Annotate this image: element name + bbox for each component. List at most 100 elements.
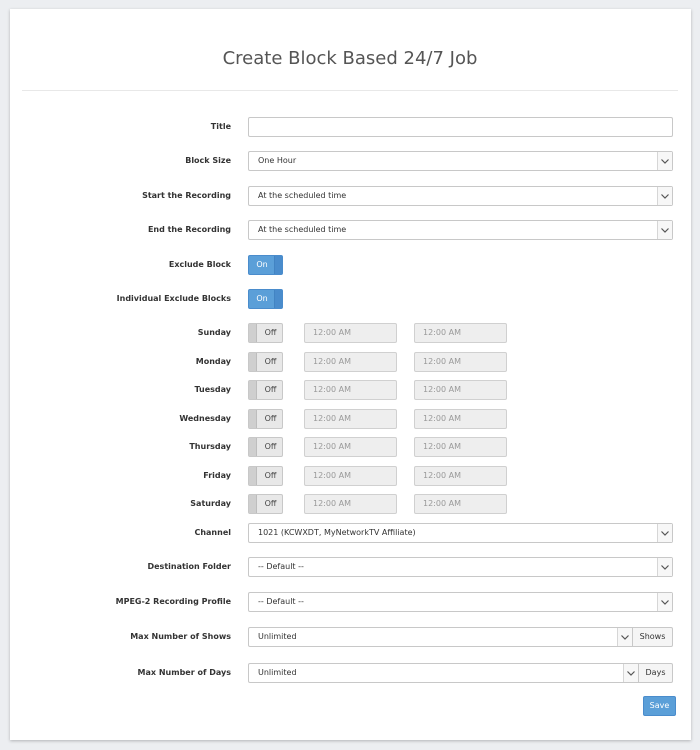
channel-select[interactable]: 1021 (KCWXDT, MyNetworkTV Affiliate) [248,523,673,543]
chevron-down-icon[interactable] [657,187,672,205]
end-recording-row: End the Recording At the scheduled time [0,220,700,240]
destination-folder-label: Destination Folder [147,562,231,571]
toggle-state: Off [264,471,277,480]
exclude-block-toggle[interactable]: On [248,255,283,275]
toggle-state: On [256,294,268,303]
day-row-thursday: Thursday Off 12:00 AM 12:00 AM [0,437,700,457]
day-toggle[interactable]: Off [248,466,283,486]
toggle-knob [249,324,257,342]
start-recording-label: Start the Recording [142,191,231,200]
page-title: Create Block Based 24/7 Job [222,48,478,69]
end-time-field[interactable]: 12:00 AM [414,437,507,457]
max-days-row: Max Number of Days Unlimited Days [0,663,700,683]
toggle-knob [274,290,282,308]
channel-value: 1021 (KCWXDT, MyNetworkTV Affiliate) [258,528,416,537]
start-time-field[interactable]: 12:00 AM [304,409,397,429]
max-days-select[interactable]: Unlimited [248,663,639,683]
start-time-field[interactable]: 12:00 AM [304,437,397,457]
toggle-knob [249,381,257,399]
recording-profile-select[interactable]: -- Default -- [248,592,673,612]
start-recording-row: Start the Recording At the scheduled tim… [0,186,700,206]
start-time-field[interactable]: 12:00 AM [304,323,397,343]
save-button[interactable]: Save [643,696,676,716]
end-time-field[interactable]: 12:00 AM [414,323,507,343]
toggle-knob [249,438,257,456]
toggle-state: Off [264,414,277,423]
start-time-field[interactable]: 12:00 AM [304,494,397,514]
end-time-field[interactable]: 12:00 AM [414,380,507,400]
individual-exclude-toggle[interactable]: On [248,289,283,309]
toggle-knob [249,410,257,428]
day-toggle[interactable]: Off [248,409,283,429]
toggle-knob [249,353,257,371]
chevron-down-icon[interactable] [657,593,672,611]
day-label: Thursday [189,442,231,451]
chevron-down-icon[interactable] [617,628,632,646]
recording-profile-row: MPEG-2 Recording Profile -- Default -- [0,592,700,612]
day-toggle[interactable]: Off [248,437,283,457]
block-size-row: Block Size One Hour [0,151,700,171]
toggle-state: On [256,260,268,269]
destination-folder-value: -- Default -- [258,562,304,571]
max-days-label: Max Number of Days [137,668,231,677]
day-row-wednesday: Wednesday Off 12:00 AM 12:00 AM [0,409,700,429]
title-divider [22,90,678,91]
day-row-saturday: Saturday Off 12:00 AM 12:00 AM [0,494,700,514]
day-row-tuesday: Tuesday Off 12:00 AM 12:00 AM [0,380,700,400]
recording-profile-value: -- Default -- [258,597,304,606]
end-time-field[interactable]: 12:00 AM [414,409,507,429]
destination-folder-select[interactable]: -- Default -- [248,557,673,577]
max-shows-row: Max Number of Shows Unlimited Shows [0,627,700,647]
title-label: Title [210,122,231,131]
individual-exclude-label: Individual Exclude Blocks [116,294,231,303]
day-row-friday: Friday Off 12:00 AM 12:00 AM [0,466,700,486]
toggle-knob [249,467,257,485]
end-time-field[interactable]: 12:00 AM [414,494,507,514]
toggle-state: Off [264,328,277,337]
chevron-down-icon[interactable] [657,221,672,239]
day-row-monday: Monday Off 12:00 AM 12:00 AM [0,352,700,372]
end-recording-value: At the scheduled time [258,225,347,234]
channel-label: Channel [194,528,231,537]
max-shows-value: Unlimited [258,632,297,641]
day-toggle[interactable]: Off [248,494,283,514]
exclude-block-row: Exclude Block On [0,255,700,275]
chevron-down-icon[interactable] [657,558,672,576]
chevron-down-icon[interactable] [657,152,672,170]
block-size-value: One Hour [258,156,297,165]
day-label: Tuesday [194,385,231,394]
max-days-value: Unlimited [258,668,297,677]
toggle-knob [249,495,257,513]
day-toggle[interactable]: Off [248,323,283,343]
end-recording-label: End the Recording [147,225,231,234]
toggle-state: Off [264,499,277,508]
max-shows-select[interactable]: Unlimited [248,627,633,647]
toggle-state: Off [264,442,277,451]
block-size-select[interactable]: One Hour [248,151,673,171]
individual-exclude-row: Individual Exclude Blocks On [0,289,700,309]
end-time-field[interactable]: 12:00 AM [414,466,507,486]
max-shows-unit: Shows [632,627,673,647]
start-recording-value: At the scheduled time [258,191,347,200]
toggle-state: Off [264,357,277,366]
recording-profile-label: MPEG-2 Recording Profile [115,597,231,606]
day-toggle[interactable]: Off [248,380,283,400]
start-time-field[interactable]: 12:00 AM [304,380,397,400]
day-label: Saturday [190,499,231,508]
day-label: Sunday [197,328,231,337]
day-toggle[interactable]: Off [248,352,283,372]
day-label: Wednesday [179,414,231,423]
chevron-down-icon[interactable] [623,664,638,682]
chevron-down-icon[interactable] [657,524,672,542]
end-time-field[interactable]: 12:00 AM [414,352,507,372]
day-row-sunday: Sunday Off 12:00 AM 12:00 AM [0,323,700,343]
channel-row: Channel 1021 (KCWXDT, MyNetworkTV Affili… [0,523,700,543]
title-input[interactable] [248,117,673,137]
start-time-field[interactable]: 12:00 AM [304,466,397,486]
day-label: Friday [203,471,231,480]
title-row: Title [0,117,700,137]
end-recording-select[interactable]: At the scheduled time [248,220,673,240]
start-recording-select[interactable]: At the scheduled time [248,186,673,206]
start-time-field[interactable]: 12:00 AM [304,352,397,372]
toggle-knob [274,256,282,274]
